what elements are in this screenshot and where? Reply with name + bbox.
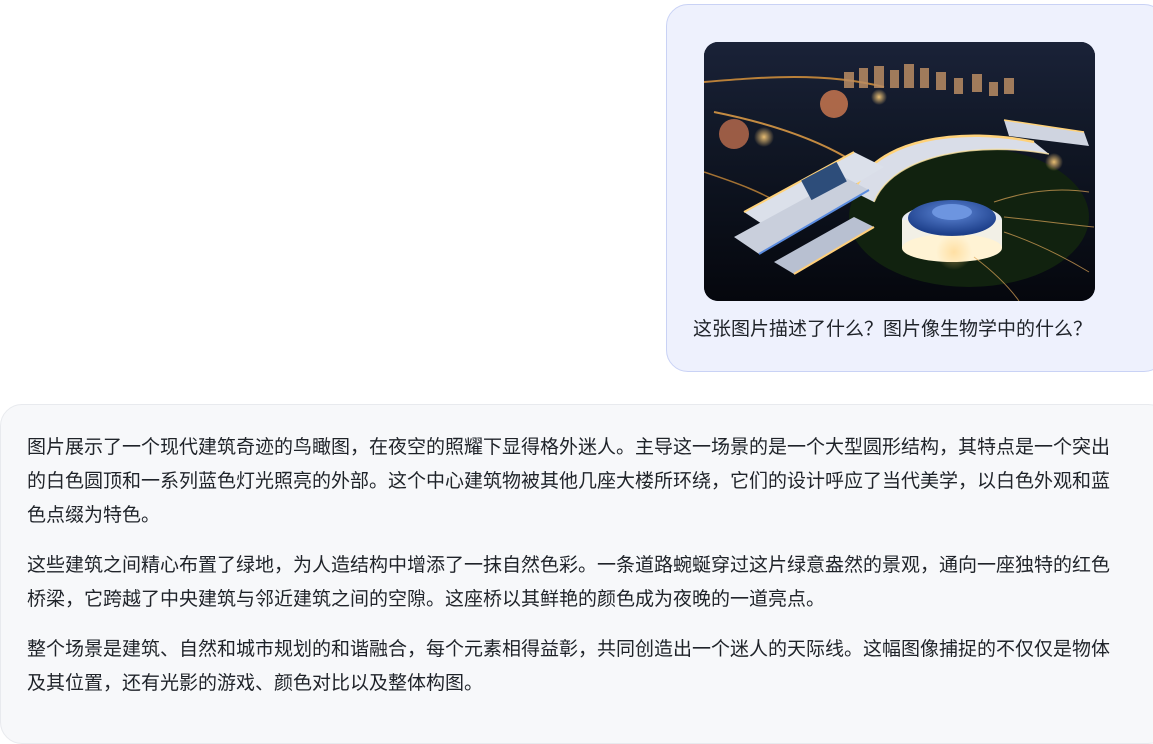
attached-photo[interactable] bbox=[704, 42, 1095, 301]
assistant-message-bubble: 图片展示了一个现代建筑奇迹的鸟瞰图，在夜空的照耀下显得格外迷人。主导这一场景的是… bbox=[0, 404, 1153, 744]
assistant-response: 图片展示了一个现代建筑奇迹的鸟瞰图，在夜空的照耀下显得格外迷人。主导这一场景的是… bbox=[27, 430, 1121, 716]
user-question-text: 这张图片描述了什么？图片像生物学中的什么？ bbox=[693, 318, 1093, 340]
assistant-paragraph: 图片展示了一个现代建筑奇迹的鸟瞰图，在夜空的照耀下显得格外迷人。主导这一场景的是… bbox=[27, 436, 1111, 526]
user-message-bubble: 这张图片描述了什么？图片像生物学中的什么？ bbox=[666, 4, 1153, 372]
assistant-paragraph: 这些建筑之间精心布置了绿地，为人造结构中增添了一抹自然色彩。一条道路蜿蜒穿过这片… bbox=[27, 554, 1111, 610]
assistant-paragraph: 整个场景是建筑、自然和城市规划的和谐融合，每个元素相得益彰，共同创造出一个迷人的… bbox=[27, 638, 1111, 694]
campus-night-aerial-image bbox=[704, 42, 1095, 301]
